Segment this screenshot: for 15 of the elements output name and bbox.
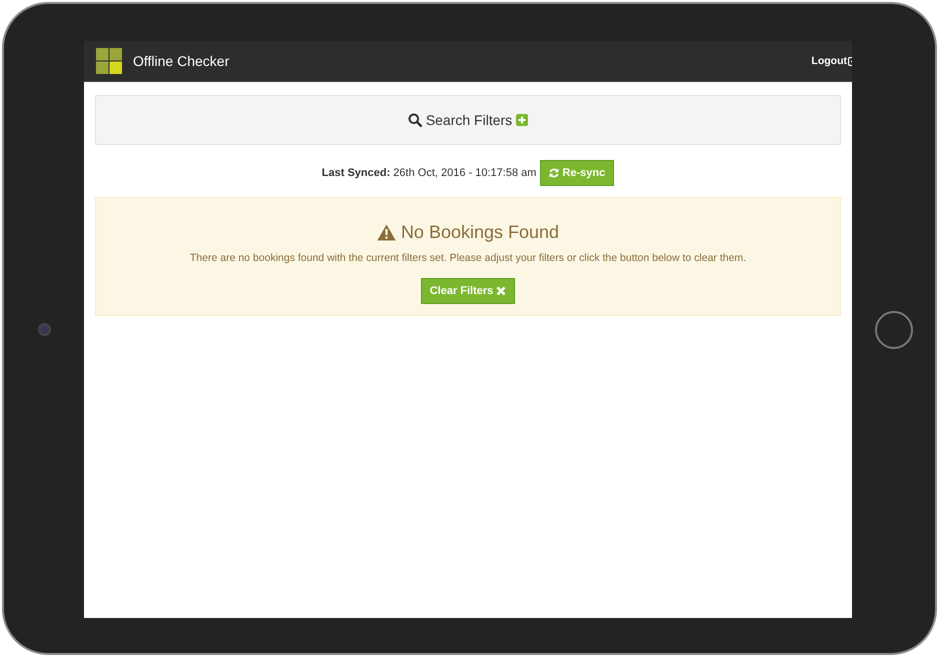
- plus-icon: [516, 114, 528, 126]
- search-icon: [408, 113, 422, 127]
- alert-message: There are no bookings found with the current filters set. Please adjust your filters or click the button below to clear them.: [190, 252, 746, 264]
- refresh-icon: [549, 168, 560, 178]
- warning-icon: [376, 224, 396, 241]
- logo-icon: [96, 48, 122, 74]
- sync-status: Last Synced: 26th Oct, 2016 - 10:17:58 am: [322, 167, 536, 179]
- home-button[interactable]: [874, 310, 912, 348]
- app-title: Offline Checker: [133, 53, 230, 69]
- filter-panel[interactable]: Search Filters: [95, 95, 841, 145]
- alert-title: No Bookings Found: [400, 222, 560, 243]
- camera-icon: [38, 323, 50, 336]
- filter-label: Search Filters: [426, 112, 512, 128]
- logout-link[interactable]: Logout: [811, 55, 852, 67]
- close-icon: [496, 286, 506, 296]
